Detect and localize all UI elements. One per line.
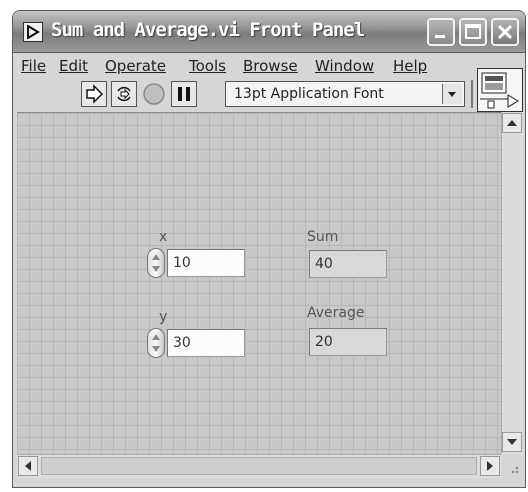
menu-label: Edit (59, 57, 89, 75)
numeric-indicator-average: 20 (309, 328, 387, 356)
abort-icon (143, 83, 165, 105)
pause-icon (178, 87, 190, 101)
control-label-y: y (159, 309, 168, 325)
menu-tools[interactable]: Tools (189, 57, 226, 75)
run-continuously-button[interactable] (111, 81, 137, 107)
menu-file[interactable]: File (21, 57, 46, 75)
menu-label: File (21, 57, 47, 75)
scroll-left-arrow-icon[interactable] (18, 456, 38, 476)
abort-button[interactable] (141, 81, 167, 107)
numeric-control-x-value: 10 (173, 255, 191, 271)
menu-edit[interactable]: Edit (59, 57, 88, 75)
run-button[interactable] (81, 81, 107, 107)
numeric-control-y[interactable]: 30 (167, 329, 245, 357)
menu-operate[interactable]: Operate (105, 57, 166, 75)
minimize-icon (435, 35, 445, 38)
labview-run-icon (23, 22, 43, 42)
numeric-indicator-average-value: 20 (315, 334, 333, 350)
close-icon (497, 24, 513, 40)
spinner-arrows-icon (152, 254, 160, 272)
minimize-button[interactable] (427, 18, 455, 46)
run-arrow-icon (86, 84, 104, 104)
close-button[interactable] (491, 18, 519, 46)
scroll-down-arrow-icon[interactable] (502, 432, 522, 452)
scroll-thumb[interactable] (41, 457, 477, 475)
menu-label: Operate (105, 57, 167, 75)
menu-browse[interactable]: Browse (243, 57, 298, 75)
horizontal-scrollbar[interactable] (17, 454, 501, 478)
numeric-control-x[interactable]: 10 (167, 249, 245, 277)
increment-decrement-spinner[interactable] (147, 248, 165, 278)
front-panel-canvas[interactable]: x 10 y 30 Sum 40 Average 20 (17, 112, 501, 455)
title-bar[interactable]: Sum and Average.vi Front Panel (13, 11, 525, 53)
scroll-up-arrow-icon[interactable] (502, 113, 522, 133)
menu-bar: File Edit Operate Tools Browse Window He… (17, 54, 477, 76)
numeric-indicator-sum-value: 40 (315, 256, 333, 272)
increment-decrement-spinner[interactable] (147, 328, 165, 358)
control-label-x: x (159, 229, 168, 245)
toolbar-separator (471, 80, 473, 108)
maximize-button[interactable] (459, 18, 487, 46)
vi-connector-icon[interactable] (477, 68, 523, 112)
menu-label: Browse (243, 57, 298, 75)
spinner-arrows-icon (152, 334, 160, 352)
chevron-down-icon[interactable] (442, 84, 462, 104)
toolbar: 13pt Application Font (17, 78, 477, 110)
menu-window[interactable]: Window (315, 57, 374, 75)
vi-front-panel-window: Sum and Average.vi Front Panel File Edit… (12, 10, 526, 488)
vertical-scrollbar[interactable] (501, 112, 523, 454)
pause-button[interactable] (171, 81, 197, 107)
indicator-label-sum: Sum (307, 229, 339, 245)
indicator-label-average: Average (307, 305, 365, 321)
numeric-control-y-value: 30 (173, 335, 191, 351)
scroll-right-arrow-icon[interactable] (480, 456, 500, 476)
menu-help[interactable]: Help (393, 57, 427, 75)
menu-label: Tools (189, 57, 226, 75)
font-select[interactable]: 13pt Application Font (225, 81, 465, 107)
run-continuously-icon (117, 86, 131, 102)
window-title: Sum and Average.vi Front Panel (51, 19, 365, 41)
menu-label: Window (315, 57, 375, 75)
maximize-icon (465, 24, 481, 39)
font-select-value: 13pt Application Font (234, 86, 384, 102)
numeric-indicator-sum: 40 (309, 250, 387, 278)
resize-grip[interactable] (501, 454, 523, 478)
menu-label: Help (393, 57, 428, 75)
